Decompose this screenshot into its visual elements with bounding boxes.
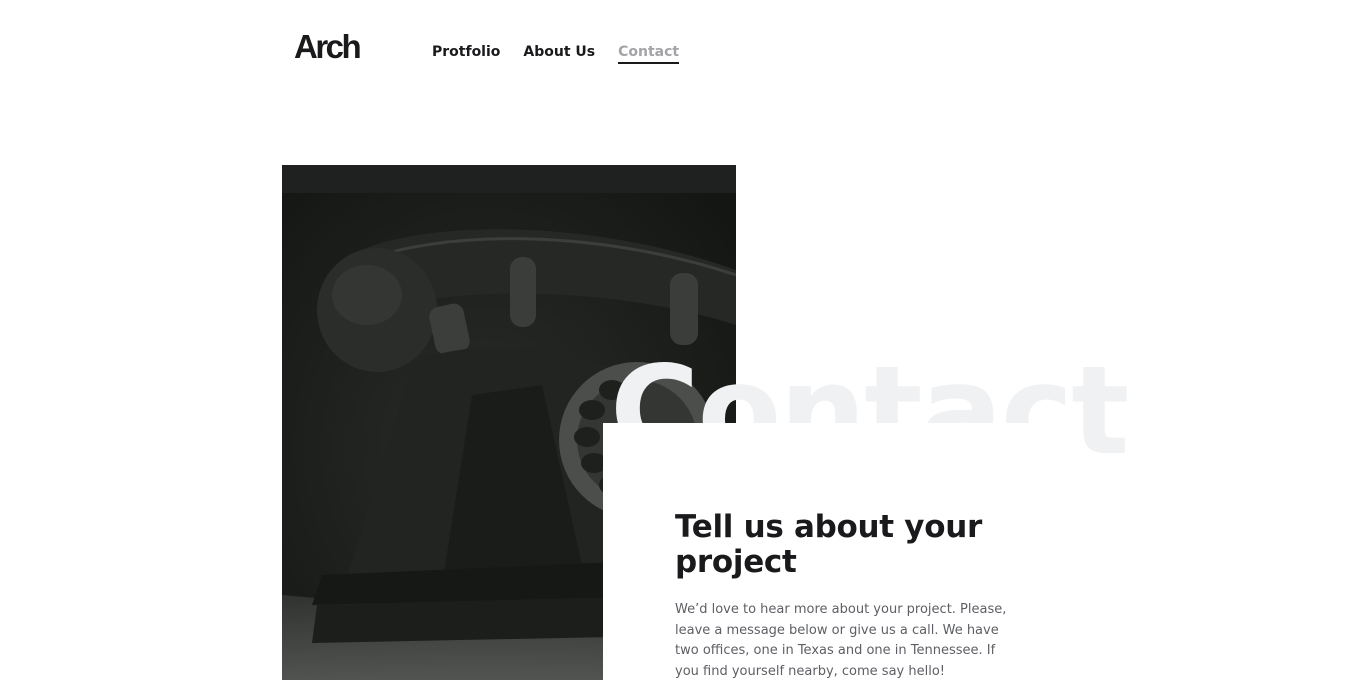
nav-link-portfolio[interactable]: Protfolio (432, 43, 500, 64)
logo[interactable]: Arch (294, 30, 362, 63)
page-title: Tell us about your project (675, 509, 982, 580)
nav-link-about-us[interactable]: About Us (523, 43, 595, 64)
main-nav: Protfolio About Us Contact (432, 43, 680, 64)
nav-link-contact[interactable]: Contact (618, 43, 680, 64)
intro-paragraph: We’d love to hear more about your projec… (675, 602, 1007, 679)
contact-intro-panel: Tell us about your project We’d love to … (603, 423, 1083, 692)
contact-page: Arch Protfolio About Us Contact Contact … (0, 0, 1366, 692)
